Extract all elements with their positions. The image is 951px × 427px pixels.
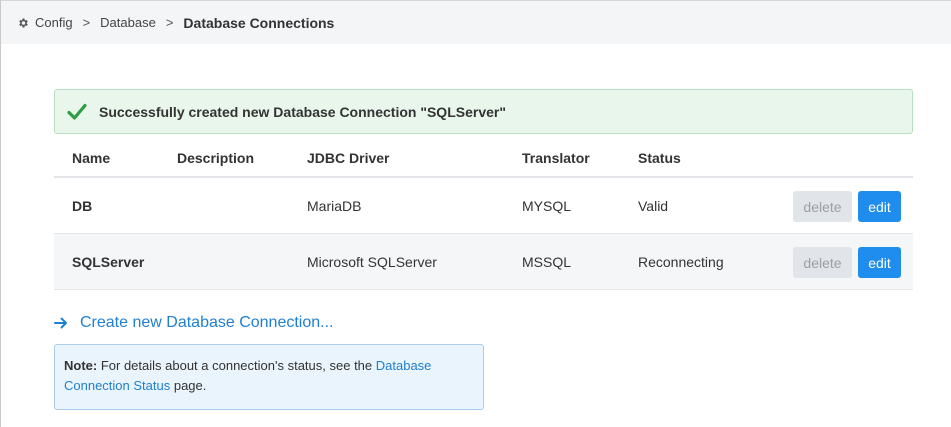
edit-button[interactable]: edit (858, 191, 901, 222)
table-header: Name Description JDBC Driver Translator … (54, 136, 913, 178)
breadcrumb-config[interactable]: Config (35, 15, 73, 30)
create-connection-label: Create new Database Connection... (80, 314, 334, 331)
delete-button[interactable]: delete (793, 247, 852, 278)
row-jdbc-driver: MariaDB (307, 198, 362, 214)
table-row: DB MariaDB MYSQL Valid delete edit (54, 178, 913, 234)
note-text-before: For details about a connection's status,… (97, 358, 376, 373)
check-icon (67, 103, 87, 120)
row-status: Valid (638, 198, 669, 214)
page-title: Database Connections (183, 14, 335, 31)
note-text-after: page. (170, 378, 207, 393)
alert-message: Successfully created new Database Connec… (99, 103, 506, 120)
row-name: DB (72, 198, 93, 214)
success-alert: Successfully created new Database Connec… (54, 89, 913, 134)
header-translator: Translator (522, 150, 590, 166)
breadcrumb: Config > Database > Database Connections (1, 1, 951, 44)
breadcrumb-database[interactable]: Database (100, 15, 156, 30)
note-label: Note: (64, 358, 98, 373)
row-translator: MSSQL (522, 254, 572, 270)
arrow-right-icon (54, 317, 67, 329)
row-name: SQLServer (72, 254, 145, 270)
row-status: Reconnecting (638, 254, 724, 270)
header-description: Description (177, 150, 255, 166)
gear-icon (19, 18, 28, 27)
header-status: Status (638, 150, 681, 166)
row-translator: MYSQL (522, 198, 572, 214)
header-name: Name (72, 150, 111, 166)
connections-table: Name Description JDBC Driver Translator … (54, 136, 913, 290)
table-row: SQLServer Microsoft SQLServer MSSQL Reco… (54, 234, 913, 290)
edit-button[interactable]: edit (858, 247, 901, 278)
status-note: Note: For details about a connection's s… (54, 344, 484, 410)
create-connection-link[interactable]: Create new Database Connection... (54, 314, 333, 332)
delete-button[interactable]: delete (793, 191, 852, 222)
row-jdbc-driver: Microsoft SQLServer (307, 254, 437, 270)
breadcrumb-separator: > (165, 15, 174, 30)
header-jdbc-driver: JDBC Driver (307, 150, 390, 166)
breadcrumb-separator: > (82, 15, 91, 30)
